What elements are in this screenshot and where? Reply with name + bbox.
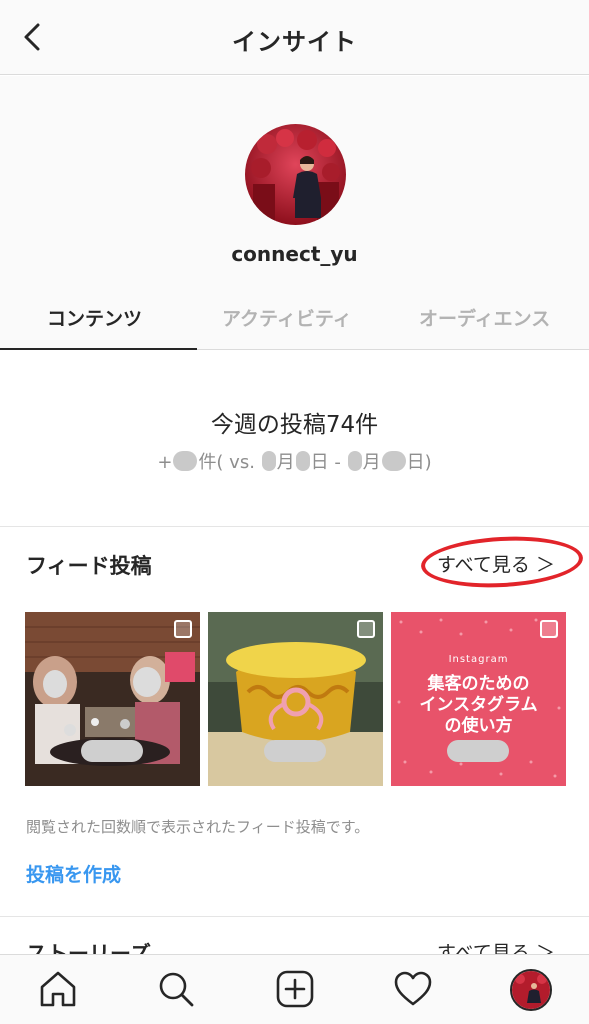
- nav-new-post-button[interactable]: [275, 969, 315, 1009]
- nav-search-button[interactable]: [156, 969, 196, 1009]
- comparison-prefix: +: [157, 452, 173, 473]
- blurred-caption: [264, 740, 326, 762]
- comparison-day-2: 日): [406, 452, 432, 473]
- multi-image-icon: [357, 620, 375, 638]
- comparison-month-2: 月: [362, 452, 381, 473]
- profile-avatar-icon: [512, 971, 550, 1009]
- nav-activity-button[interactable]: [393, 969, 433, 1009]
- add-post-icon: [276, 970, 314, 1008]
- bottom-navigation: [0, 954, 589, 1024]
- insight-tabs: コンテンツ アクティビティ オーディエンス: [0, 286, 589, 350]
- section-divider: [0, 526, 589, 527]
- search-icon: [159, 972, 194, 1007]
- weekly-comparison: + 件( vs. 月日 - 月 日): [0, 448, 589, 474]
- tab-activity[interactable]: アクティビティ: [222, 304, 352, 331]
- graphic-main-line: の使い方: [444, 716, 513, 736]
- feed-post-thumbnail[interactable]: [208, 612, 383, 786]
- graphic-main-text: 集客のための インスタグラム の使い方: [391, 674, 566, 737]
- stories-see-all-link[interactable]: すべて見る ＞: [437, 938, 555, 954]
- tab-audience[interactable]: オーディエンス: [419, 304, 550, 331]
- graphic-small-text: Instagram: [448, 654, 509, 665]
- blurred-value: [261, 451, 276, 471]
- top-bar: インサイト: [0, 0, 589, 75]
- blurred-caption: [447, 740, 509, 762]
- weekly-posts-summary: 今週の投稿74件: [210, 412, 379, 438]
- active-tab-indicator: [0, 348, 197, 350]
- section-divider: [0, 916, 589, 917]
- multi-image-icon: [174, 620, 192, 638]
- create-post-link[interactable]: 投稿を作成: [26, 860, 121, 887]
- comparison-day-1: 日 -: [310, 452, 347, 473]
- heart-icon: [394, 971, 432, 1006]
- blurred-value: [347, 451, 362, 471]
- profile-avatar: [245, 124, 346, 225]
- home-icon: [40, 971, 76, 1007]
- feed-posts-heading: フィード投稿: [26, 554, 152, 578]
- feed-post-thumbnail[interactable]: Instagram 集客のための インスタグラム の使い方: [391, 612, 566, 786]
- multi-image-icon: [540, 620, 558, 638]
- nav-home-button[interactable]: [38, 969, 78, 1009]
- feed-description: 閲覧された回数順で表示されたフィード投稿です。: [26, 818, 370, 836]
- blurred-value: [173, 451, 198, 471]
- comparison-count-unit: 件( vs.: [198, 452, 261, 473]
- graphic-main-line: 集客のための: [427, 674, 530, 694]
- blurred-value: [381, 451, 406, 471]
- blurred-value: [295, 451, 310, 471]
- graphic-main-line: インスタグラム: [419, 695, 538, 715]
- stories-heading: ストーリーズ: [26, 942, 151, 954]
- tab-content[interactable]: コンテンツ: [47, 304, 142, 331]
- comparison-month-1: 月: [276, 452, 295, 473]
- feed-post-thumbnail[interactable]: [25, 612, 200, 786]
- blurred-caption: [81, 740, 143, 762]
- page-title: インサイト: [232, 28, 357, 56]
- profile-username: connect_yu: [231, 242, 358, 266]
- nav-profile-button[interactable]: [510, 969, 552, 1011]
- feed-see-all-link[interactable]: すべて見る ＞: [437, 550, 555, 577]
